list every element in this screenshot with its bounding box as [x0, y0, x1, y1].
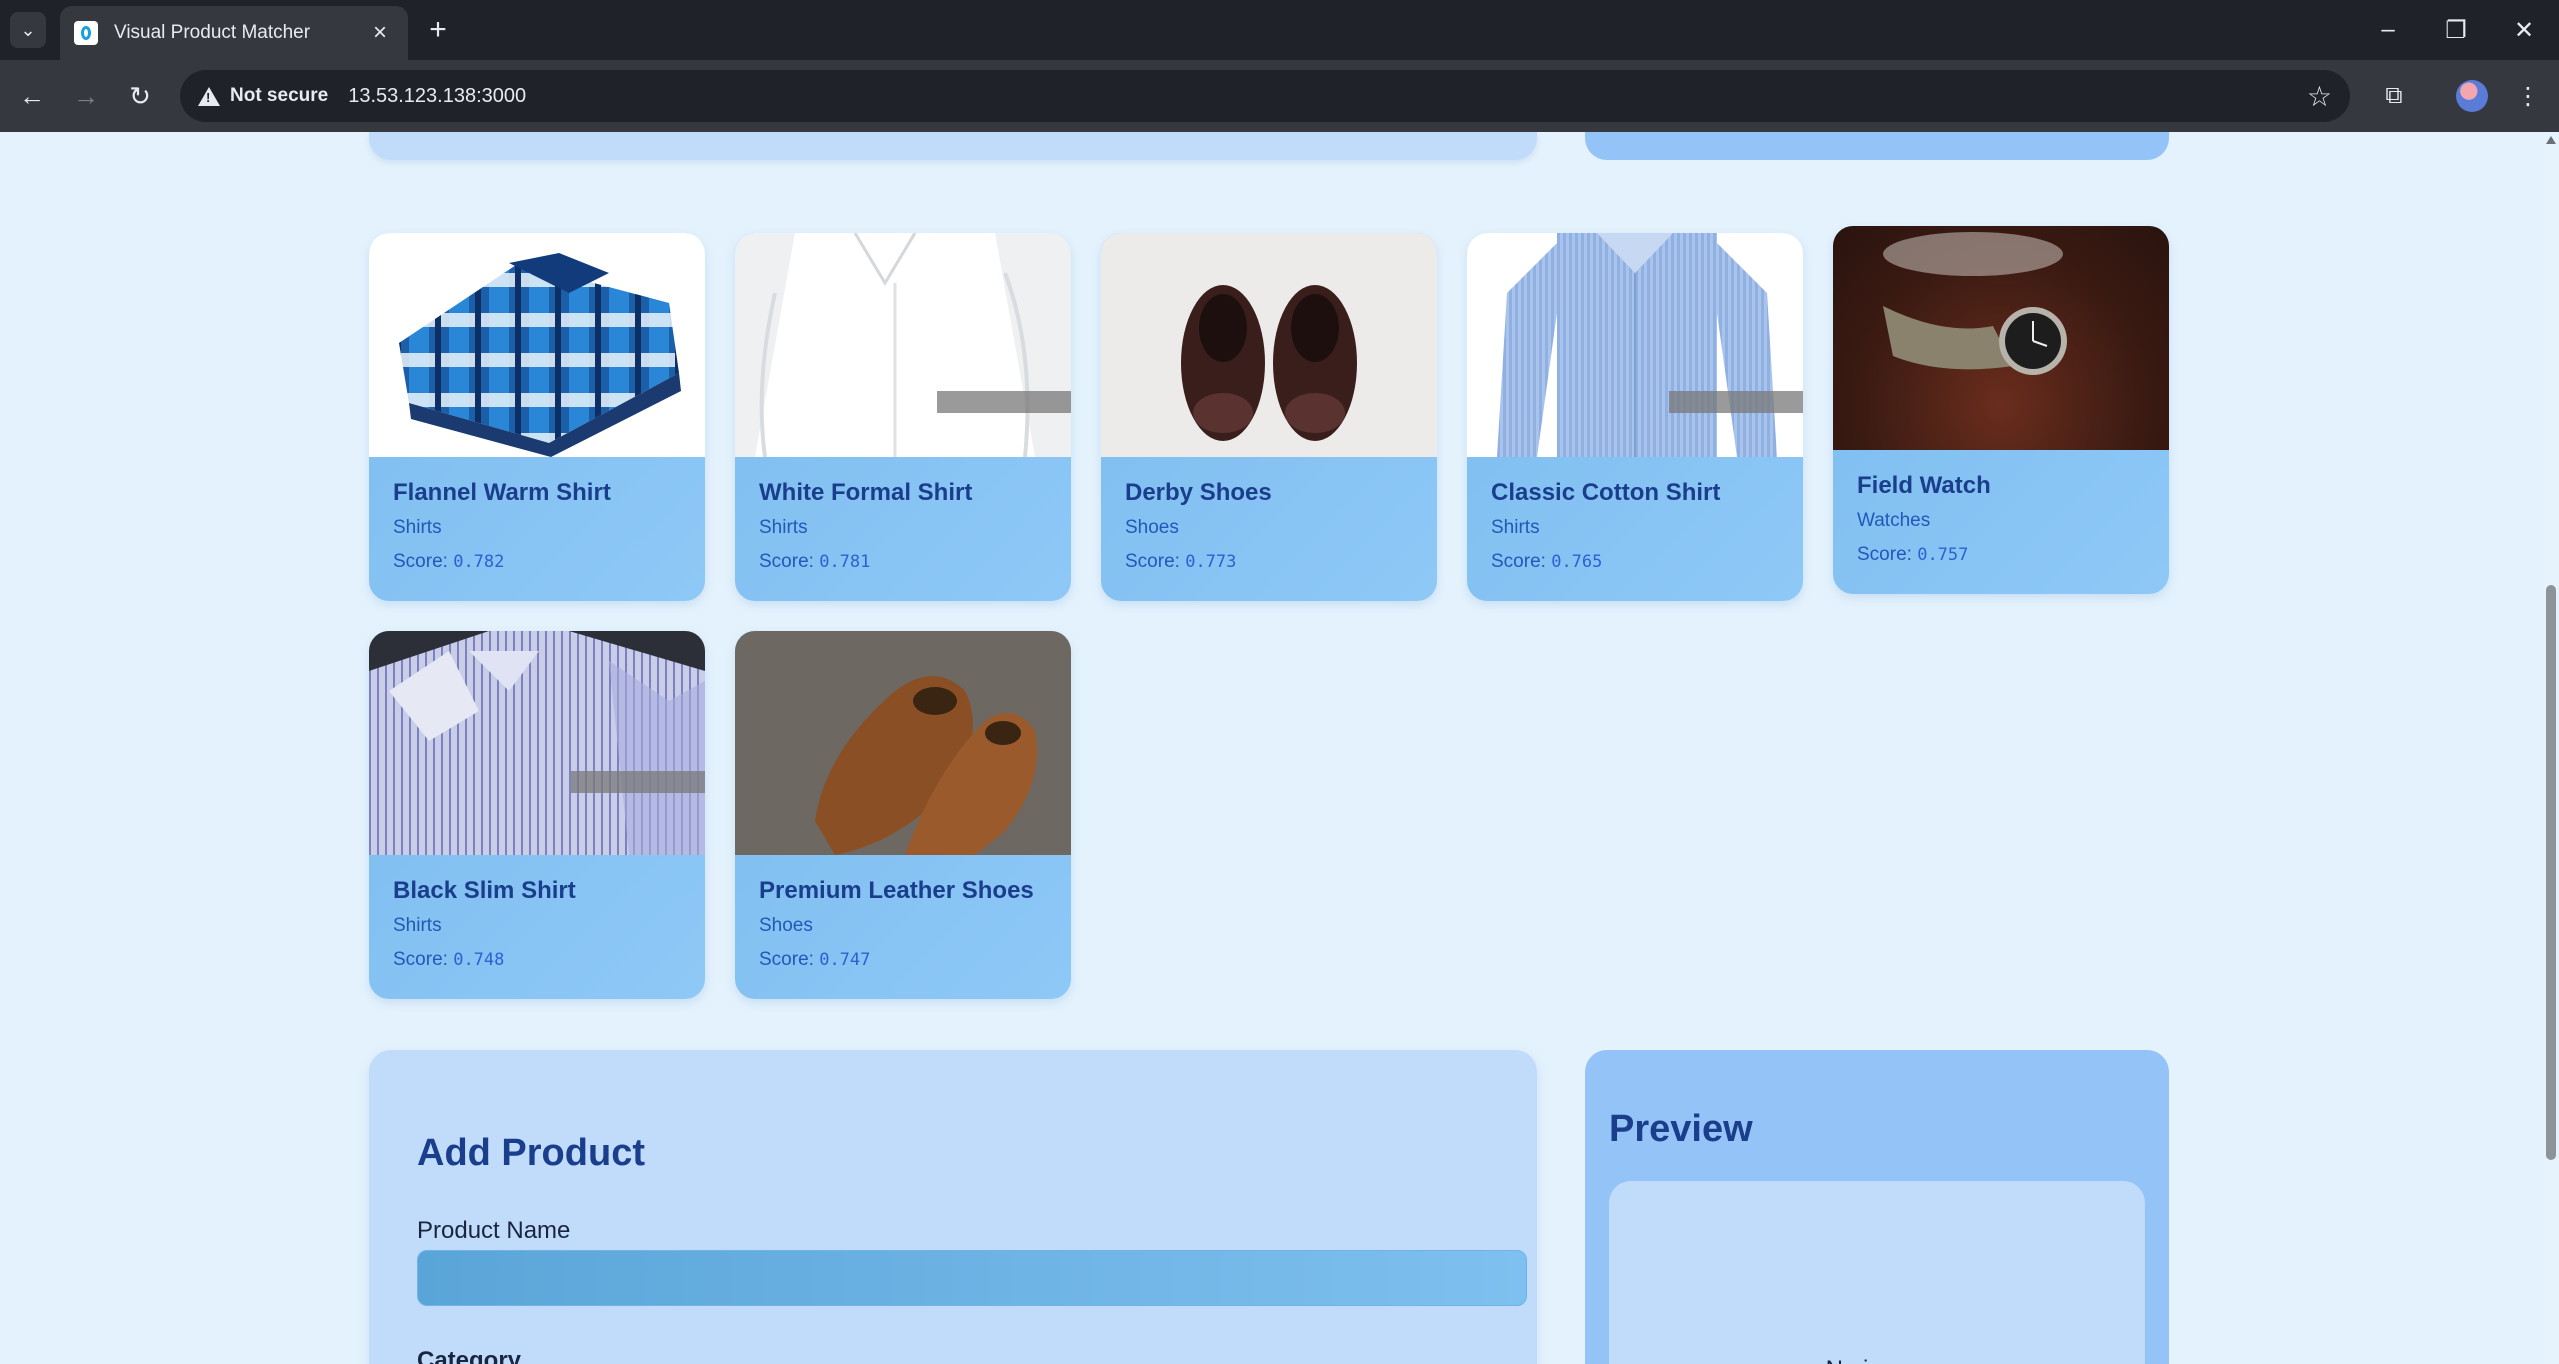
result-card[interactable]: Premium Leather Shoes Shoes Score: 0.747 [735, 631, 1071, 999]
product-name: Classic Cotton Shirt [1491, 479, 1721, 506]
restore-icon[interactable]: ❐ [2424, 8, 2488, 52]
browser-tab-bar: ⌄ Visual Product Matcher × + – ❐ ✕ [0, 0, 2559, 60]
watermark [571, 771, 705, 793]
preview-placeholder: No image [1609, 1356, 2145, 1364]
query-panel [1585, 132, 2169, 160]
bookmark-star-icon[interactable]: ☆ [2307, 80, 2332, 113]
url-text[interactable]: 13.53.123.138:3000 [348, 85, 526, 108]
result-card[interactable]: White Formal Shirt Shirts Score: 0.781 [735, 233, 1071, 601]
product-score: Score: 0.773 [1125, 551, 1237, 572]
product-name: Field Watch [1857, 472, 1991, 499]
product-category: Watches [1857, 510, 1931, 531]
profile-avatar[interactable] [2456, 80, 2488, 112]
extensions-icon[interactable]: ⧉ [2374, 76, 2414, 116]
category-label: Category [417, 1347, 522, 1364]
product-name-label: Product Name [417, 1217, 571, 1244]
close-window-icon[interactable]: ✕ [2492, 8, 2556, 52]
search-panel [369, 132, 1537, 160]
reload-icon[interactable]: ↻ [120, 76, 160, 116]
add-product-title: Add Product [417, 1132, 645, 1174]
new-tab-button[interactable]: + [420, 12, 456, 48]
address-bar[interactable]: Not secure 13.53.123.138:3000 ☆ [180, 70, 2350, 122]
product-image [369, 631, 705, 855]
product-score: Score: 0.781 [759, 551, 871, 572]
back-arrow-icon[interactable]: ← [12, 76, 52, 116]
product-image [735, 233, 1071, 457]
product-name-input[interactable] [417, 1250, 1527, 1306]
product-name: Black Slim Shirt [393, 877, 576, 904]
product-name: Derby Shoes [1125, 479, 1272, 506]
watermark [1669, 391, 1803, 413]
result-card[interactable]: Derby Shoes Shoes Score: 0.773 [1101, 233, 1437, 601]
product-image [735, 631, 1071, 855]
scrollbar-thumb[interactable] [2546, 585, 2556, 1160]
product-score: Score: 0.748 [393, 949, 505, 970]
preview-panel: Preview No image [1585, 1050, 2169, 1364]
product-score: Score: 0.747 [759, 949, 871, 970]
browser-tab[interactable]: Visual Product Matcher × [60, 6, 408, 60]
product-category: Shoes [759, 915, 813, 936]
menu-dots-icon[interactable]: ⋮ [2508, 76, 2548, 116]
close-tab-icon[interactable]: × [366, 19, 394, 47]
product-name: Flannel Warm Shirt [393, 479, 611, 506]
product-image [1101, 233, 1437, 457]
warning-icon [198, 86, 220, 106]
product-score: Score: 0.757 [1857, 544, 1969, 565]
tab-favicon-icon [74, 21, 98, 45]
security-label: Not secure [230, 85, 329, 106]
product-score: Score: 0.782 [393, 551, 505, 572]
preview-image-box: No image [1609, 1181, 2145, 1364]
product-name: White Formal Shirt [759, 479, 973, 506]
product-category: Shirts [393, 517, 442, 538]
product-category: Shirts [759, 517, 808, 538]
result-card[interactable]: Flannel Warm Shirt Shirts Score: 0.782 [369, 233, 705, 601]
product-category: Shirts [393, 915, 442, 936]
product-image [1833, 226, 2169, 450]
add-product-panel: Add Product Product Name Category [369, 1050, 1537, 1364]
product-name: Premium Leather Shoes [759, 877, 1034, 904]
tab-title: Visual Product Matcher [114, 22, 311, 43]
scroll-up-arrow-icon[interactable] [2546, 136, 2556, 144]
forward-arrow-icon[interactable]: → [66, 76, 106, 116]
result-card[interactable]: Field Watch Watches Score: 0.757 [1833, 226, 2169, 594]
product-score: Score: 0.765 [1491, 551, 1603, 572]
security-indicator[interactable]: Not secure [198, 85, 348, 107]
product-image [369, 233, 705, 457]
result-card[interactable]: Classic Cotton Shirt Shirts Score: 0.765 [1467, 233, 1803, 601]
page-viewport: Flannel Warm Shirt Shirts Score: 0.782 W… [0, 132, 2559, 1364]
product-image [1467, 233, 1803, 457]
product-category: Shirts [1491, 517, 1540, 538]
browser-toolbar: ← → ↻ Not secure 13.53.123.138:3000 ☆ ⧉ … [0, 60, 2559, 132]
result-card[interactable]: Black Slim Shirt Shirts Score: 0.748 [369, 631, 705, 999]
minimize-icon[interactable]: – [2356, 8, 2420, 52]
product-category: Shoes [1125, 517, 1179, 538]
preview-title: Preview [1609, 1108, 1753, 1150]
watermark [937, 391, 1071, 413]
tab-search-button[interactable]: ⌄ [10, 12, 46, 48]
